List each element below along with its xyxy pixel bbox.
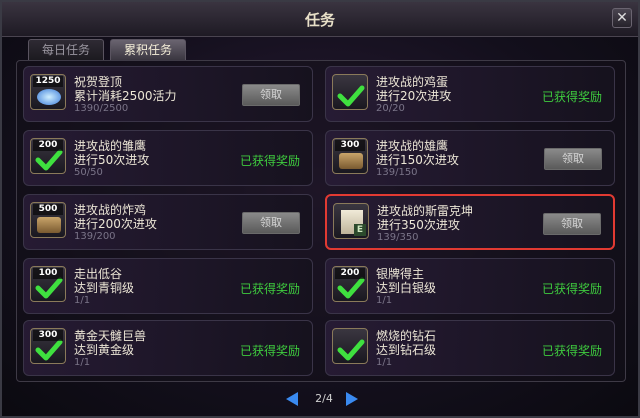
quest-description: 达到黄金级 bbox=[74, 343, 135, 357]
claim-button[interactable]: 领取 bbox=[543, 213, 601, 235]
quest-progress: 139/350 bbox=[377, 232, 419, 243]
reward-claimed-status: 已获得奖励 bbox=[541, 282, 602, 296]
check-icon bbox=[35, 339, 63, 361]
quest-card: 300 进攻战的雄鹰 进行150次进攻 139/150 领取 bbox=[325, 130, 615, 186]
reward-claimed-status: 已获得奖励 bbox=[239, 282, 300, 296]
quest-progress: 1/1 bbox=[74, 295, 91, 306]
quest-reward-slot: 100 bbox=[30, 266, 66, 302]
chest-icon bbox=[37, 217, 61, 233]
reward-amount: 200 bbox=[33, 140, 63, 151]
quest-progress: 1390/2500 bbox=[74, 103, 129, 114]
quest-card: 300 黄金天雠巨兽 达到黄金级 1/1 已获得奖励 bbox=[23, 320, 313, 376]
title-bar: 任务 ✕ bbox=[2, 2, 638, 37]
reward-claimed-status: 已获得奖励 bbox=[541, 90, 602, 104]
arrow-right-icon[interactable] bbox=[346, 392, 358, 406]
reward-amount: 300 bbox=[33, 330, 63, 341]
quest-reward-slot bbox=[332, 74, 368, 110]
quest-progress: 1/1 bbox=[74, 357, 91, 368]
reward-amount: 100 bbox=[33, 268, 63, 279]
quest-reward-slot bbox=[332, 328, 368, 364]
reward-amount: 1250 bbox=[33, 76, 63, 87]
quest-reward-slot: 500 bbox=[30, 202, 66, 238]
quest-description: 达到白银级 bbox=[376, 281, 437, 295]
quest-reward-slot: 200 bbox=[332, 266, 368, 302]
quest-card: 200 进攻战的雏鹰 进行50次进攻 50/50 已获得奖励 bbox=[23, 130, 313, 186]
arrow-left-icon[interactable] bbox=[286, 392, 298, 406]
claim-button[interactable]: 领取 bbox=[544, 148, 602, 170]
quest-reward-slot: 300 bbox=[332, 138, 368, 174]
quest-card: 燃烧的钻石 达到钻石级 1/1 已获得奖励 bbox=[325, 320, 615, 376]
claim-button[interactable]: 领取 bbox=[242, 212, 300, 234]
reward-claimed-status: 已获得奖励 bbox=[239, 344, 300, 358]
close-button[interactable]: ✕ bbox=[612, 8, 632, 28]
claim-button[interactable]: 领取 bbox=[242, 84, 300, 106]
quest-progress: 20/20 bbox=[376, 103, 405, 114]
quest-description: 达到青铜级 bbox=[74, 281, 135, 295]
tab-cumulative[interactable]: 累积任务 bbox=[110, 39, 186, 60]
pagination: 2/4 bbox=[2, 390, 638, 408]
quest-card: 200 银牌得主 达到白银级 1/1 已获得奖励 bbox=[325, 258, 615, 314]
quest-reward-slot: 1250 bbox=[30, 74, 66, 110]
quest-description: 累计消耗2500活力 bbox=[74, 89, 177, 103]
close-icon: ✕ bbox=[616, 10, 628, 26]
check-icon bbox=[337, 277, 365, 299]
quest-progress: 1/1 bbox=[376, 295, 393, 306]
quest-card: E 进攻战的斯雷克坤 进行350次进攻 139/350 领取 bbox=[325, 194, 615, 250]
quest-progress: 139/200 bbox=[74, 231, 116, 242]
reward-claimed-status: 已获得奖励 bbox=[239, 154, 300, 168]
quest-progress: 1/1 bbox=[376, 357, 393, 368]
quest-description: 进行150次进攻 bbox=[376, 153, 459, 167]
check-icon bbox=[35, 277, 63, 299]
quest-card: 1250 祝贺登顶 累计消耗2500活力 1390/2500 领取 bbox=[23, 66, 313, 122]
quest-description: 进行200次进攻 bbox=[74, 217, 157, 231]
reward-claimed-status: 已获得奖励 bbox=[541, 344, 602, 358]
quest-reward-slot: 300 bbox=[30, 328, 66, 364]
energy-orb-icon bbox=[37, 89, 61, 105]
check-icon bbox=[35, 149, 63, 171]
quest-reward-slot: E bbox=[333, 203, 369, 239]
quest-description: 达到钻石级 bbox=[376, 343, 437, 357]
reward-amount: 200 bbox=[335, 268, 365, 279]
quest-window: 任务 ✕ 每日任务 累积任务 1250 祝贺登顶 累计消耗2500活力 1390/25… bbox=[0, 0, 640, 418]
check-icon bbox=[337, 85, 365, 107]
window-title: 任务 bbox=[304, 11, 335, 29]
reward-amount: 500 bbox=[33, 204, 63, 215]
quest-description: 进行20次进攻 bbox=[376, 89, 452, 103]
check-icon bbox=[337, 339, 365, 361]
quest-description: 进行350次进攻 bbox=[377, 218, 460, 232]
chest-icon bbox=[339, 153, 363, 169]
quest-reward-slot: 200 bbox=[30, 138, 66, 174]
quest-card: 进攻战的鸡蛋 进行20次进攻 20/20 已获得奖励 bbox=[325, 66, 615, 122]
quest-card: 500 进攻战的炸鸡 进行200次进攻 139/200 领取 bbox=[23, 194, 313, 250]
tab-daily[interactable]: 每日任务 bbox=[28, 39, 104, 60]
quest-description: 进行50次进攻 bbox=[74, 153, 150, 167]
reward-amount: 300 bbox=[335, 140, 365, 151]
quest-progress: 139/150 bbox=[376, 167, 418, 178]
quest-list: 1250 祝贺登顶 累计消耗2500活力 1390/2500 领取 进攻战的鸡蛋 进行20次… bbox=[16, 60, 626, 382]
page-indicator: 2/4 bbox=[315, 392, 333, 405]
quest-progress: 50/50 bbox=[74, 167, 103, 178]
quest-card: 100 走出低谷 达到青铜级 1/1 已获得奖励 bbox=[23, 258, 313, 314]
